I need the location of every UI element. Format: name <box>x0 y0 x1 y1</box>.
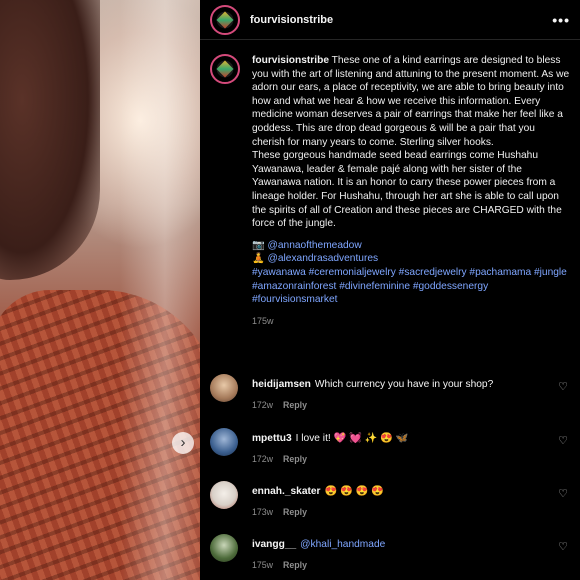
comment-username[interactable]: ennah._skater <box>252 486 321 497</box>
reply-button[interactable]: Reply <box>283 454 307 464</box>
mention-link[interactable]: @annaofthemeadow <box>268 240 362 251</box>
comment-text: I love it! 💖 💓 ✨ 😍 🦋 <box>295 433 409 444</box>
hashtags[interactable]: #yawanawa #ceremonialjewelry #sacredjewe… <box>252 266 570 307</box>
comment: ennah._skater 😍 😍 😍 😍 173w Reply ♡ <box>200 481 580 519</box>
comment-text: 😍 😍 😍 😍 <box>324 486 384 497</box>
like-heart-icon[interactable]: ♡ <box>556 434 570 447</box>
comment-avatar[interactable] <box>210 534 238 562</box>
comment-text: Which currency you have in your shop? <box>314 379 494 390</box>
comment-username[interactable]: mpettu3 <box>252 433 292 444</box>
carousel-next-icon[interactable]: › <box>172 432 194 454</box>
reply-button[interactable]: Reply <box>283 507 307 517</box>
post-header: fourvisionstribe ••• <box>200 0 580 40</box>
comment: ivangg__ @khali_handmade 175w Reply ♡ <box>200 534 580 572</box>
logo-icon <box>216 11 234 28</box>
comment-avatar[interactable] <box>210 374 238 402</box>
caption-paragraph-2: These gorgeous handmade seed bead earrin… <box>252 150 562 230</box>
reply-button[interactable]: Reply <box>283 400 307 410</box>
photo-light-shape <box>120 0 200 580</box>
caption-username[interactable]: fourvisionstribe <box>252 55 329 66</box>
caption: fourvisionstribe These one of a kind ear… <box>200 40 580 328</box>
like-heart-icon[interactable]: ♡ <box>556 380 570 393</box>
like-heart-icon[interactable]: ♡ <box>556 487 570 500</box>
post-details-panel: fourvisionstribe ••• fourvisionstribe Th… <box>200 0 580 580</box>
comment-time[interactable]: 172w <box>252 454 273 464</box>
caption-paragraph-1: These one of a kind earrings are designe… <box>252 55 570 148</box>
comment-avatar[interactable] <box>210 428 238 456</box>
meditation-emoji-icon: 🧘 <box>252 253 265 265</box>
caption-time[interactable]: 175w <box>252 315 570 329</box>
post-photo: › <box>0 0 200 580</box>
comment: mpettu3 I love it! 💖 💓 ✨ 😍 🦋 172w Reply ♡ <box>200 428 580 466</box>
camera-emoji-icon: 📷 <box>252 239 265 251</box>
logo-icon <box>216 60 234 78</box>
comment: heidijamsen Which currency you have in yo… <box>200 374 580 412</box>
comment-time[interactable]: 173w <box>252 507 273 517</box>
comment-avatar[interactable] <box>210 481 238 509</box>
mention-link[interactable]: @alexandrasadventures <box>268 253 379 264</box>
comment-time[interactable]: 175w <box>252 560 273 570</box>
mention-link[interactable]: @khali_handmade <box>300 539 385 550</box>
comment-username[interactable]: ivangg__ <box>252 539 296 550</box>
comment-username[interactable]: heidijamsen <box>252 379 311 390</box>
avatar[interactable] <box>210 4 240 35</box>
comment-time[interactable]: 172w <box>252 400 273 410</box>
caption-body: fourvisionstribe These one of a kind ear… <box>252 54 570 328</box>
like-heart-icon[interactable]: ♡ <box>556 540 570 553</box>
post-username[interactable]: fourvisionstribe <box>250 14 333 26</box>
caption-mentions: 📷 @annaofthemeadow 🧘 @alexandrasadventur… <box>252 239 570 266</box>
more-options-icon[interactable]: ••• <box>552 12 570 28</box>
caption-avatar[interactable] <box>210 54 240 84</box>
photo-hair-shape <box>0 0 100 280</box>
reply-button[interactable]: Reply <box>283 560 307 570</box>
